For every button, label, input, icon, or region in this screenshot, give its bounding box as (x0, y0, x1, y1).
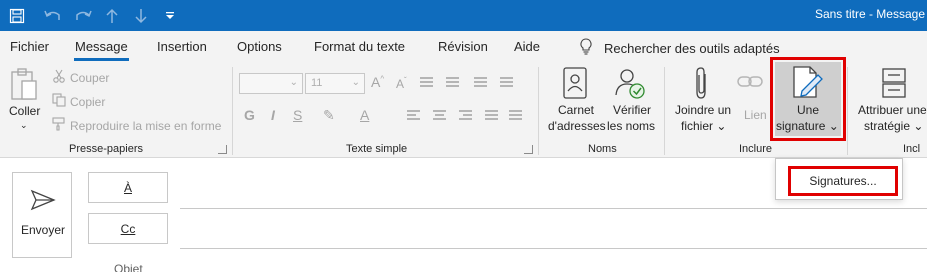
send-button[interactable]: Envoyer (12, 172, 72, 258)
group-label-clipboard: Presse-papiers (69, 143, 143, 155)
up-arrow-icon[interactable] (99, 0, 125, 31)
bullets-icon[interactable] (420, 77, 433, 89)
check-names-icon[interactable] (614, 67, 646, 102)
link-icon[interactable] (737, 73, 763, 94)
scissors-icon (52, 69, 70, 86)
tell-me-search[interactable]: Rechercher des outils adaptés (580, 38, 780, 58)
to-label: À (123, 180, 132, 195)
paperclip-icon[interactable] (694, 66, 710, 103)
copy-button[interactable]: Copier (52, 93, 105, 110)
paste-icon[interactable] (8, 67, 46, 105)
font-name-combo[interactable]: ⌄ (239, 73, 303, 94)
paragraph-icon[interactable] (485, 110, 498, 122)
down-arrow-icon[interactable] (128, 0, 154, 31)
copy-label: Copier (70, 94, 106, 109)
tab-message[interactable]: Message (75, 39, 128, 54)
tab-format-du-texte[interactable]: Format du texte (314, 39, 405, 54)
align-center-icon[interactable] (433, 110, 446, 122)
align-right-icon[interactable] (459, 110, 472, 122)
chevron-down-icon: ⌄ (351, 77, 360, 88)
bold-icon[interactable]: G (244, 107, 255, 123)
cc-button[interactable]: Cc (88, 213, 168, 244)
group-separator (847, 67, 848, 155)
cc-field-underline[interactable] (180, 248, 927, 249)
styles-icon[interactable] (509, 110, 522, 122)
underline-icon[interactable]: S (293, 107, 302, 123)
policy-line1: Attribuer une (858, 103, 927, 117)
group-label-policy: Incl (903, 143, 921, 155)
policy-icon[interactable] (882, 68, 908, 101)
group-label-names: Noms (588, 143, 617, 155)
attach-line1: Joindre un (675, 103, 732, 117)
subject-label: Objet (114, 262, 143, 272)
font-size-value: 11 (311, 77, 323, 89)
highlight-color-icon[interactable]: ✎ (323, 107, 335, 124)
address-book-icon[interactable] (562, 67, 588, 102)
format-painter-button[interactable]: Reproduire la mise en forme (52, 117, 221, 134)
font-color-icon[interactable]: A (360, 107, 369, 123)
chevron-down-icon: ⌄ (289, 77, 298, 88)
title-bar: Sans titre - Message (0, 0, 927, 31)
address-book-button[interactable]: d'adresses (548, 118, 606, 134)
send-label: Envoyer (20, 223, 66, 237)
assign-policy-button[interactable]: stratégie ⌄ (864, 118, 923, 134)
customize-qat-icon[interactable] (157, 0, 183, 31)
grow-font-icon[interactable]: A^ (371, 74, 384, 90)
italic-icon[interactable]: I (271, 107, 275, 123)
numbering-icon[interactable] (446, 77, 459, 89)
undo-icon[interactable] (40, 0, 66, 31)
tab-revision[interactable]: Révision (438, 39, 488, 54)
cut-button[interactable]: Couper (52, 69, 109, 86)
redo-icon[interactable] (70, 0, 96, 31)
font-size-combo[interactable]: 11 ⌄ (305, 73, 365, 94)
menu-item-signatures[interactable]: Signatures... (788, 166, 898, 196)
cut-label: Couper (70, 70, 110, 85)
save-icon[interactable] (4, 0, 30, 31)
address-book-line1: Carnet (558, 103, 595, 117)
search-hint-text: Rechercher des outils adaptés (604, 40, 780, 56)
group-separator (232, 67, 233, 155)
window-title: Sans titre - Message (814, 7, 925, 21)
to-button[interactable]: À (88, 172, 168, 203)
attach-file-button[interactable]: fichier ⌄ (681, 118, 726, 134)
cc-label: Cc (120, 221, 136, 236)
tab-aide[interactable]: Aide (514, 39, 540, 54)
format-painter-icon (52, 117, 70, 134)
tab-options[interactable]: Options (237, 39, 282, 54)
to-field-underline[interactable] (180, 208, 927, 209)
basic-text-launcher-icon[interactable] (524, 145, 533, 154)
check-names-line1: Vérifier (613, 103, 652, 117)
align-left-icon[interactable] (407, 110, 420, 122)
tab-insertion[interactable]: Insertion (157, 39, 207, 54)
format-painter-label: Reproduire la mise en forme (70, 118, 222, 133)
copy-icon (52, 93, 70, 110)
send-icon (30, 189, 56, 214)
shrink-font-icon[interactable]: Aˇ (396, 76, 407, 91)
group-separator (538, 67, 539, 155)
paste-dropdown-icon[interactable]: ⌄ (20, 117, 28, 133)
decrease-indent-icon[interactable] (474, 77, 487, 89)
group-label-include: Inclure (739, 143, 773, 155)
signature-highlight-frame (770, 57, 846, 141)
increase-indent-icon[interactable] (500, 77, 513, 89)
signature-dropdown-menu: Signatures... (775, 158, 903, 200)
group-separator (664, 67, 665, 155)
link-button[interactable]: Lien (744, 107, 767, 123)
lightbulb-icon (580, 38, 592, 58)
clipboard-launcher-icon[interactable] (218, 145, 227, 154)
menu-item-signatures-label: Signatures... (809, 174, 877, 188)
tab-fichier[interactable]: Fichier (10, 39, 49, 54)
group-label-basic-text: Texte simple (346, 143, 408, 155)
check-names-button[interactable]: les noms (607, 118, 655, 134)
